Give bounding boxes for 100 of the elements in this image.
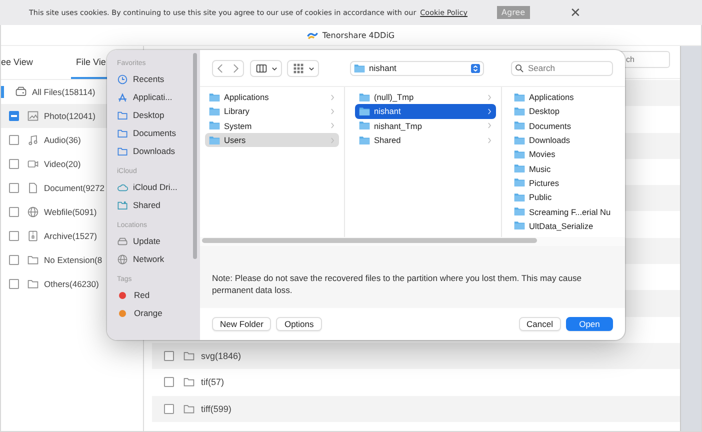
folder-icon — [359, 120, 370, 132]
folder-item[interactable]: Downloads — [510, 132, 625, 148]
folder-icon — [27, 278, 39, 290]
folder-item[interactable]: Library — [205, 104, 339, 119]
folder-icon — [117, 128, 128, 138]
folder-icon — [183, 376, 195, 388]
folder-icon — [514, 206, 525, 218]
path-dropdown[interactable]: nishant — [350, 60, 484, 76]
sidebar-item[interactable]: Applicati... — [117, 88, 200, 106]
folder-icon — [209, 106, 220, 117]
checkbox[interactable] — [9, 135, 19, 145]
folder-icon — [209, 120, 220, 132]
folder-icon — [514, 120, 525, 132]
checkbox[interactable] — [9, 159, 19, 169]
folder-item[interactable]: nishant_Tmp — [355, 118, 496, 133]
checkbox[interactable] — [164, 351, 174, 362]
sidebar-item[interactable]: Downloads — [117, 142, 200, 160]
dialog-button[interactable]: Open — [566, 317, 613, 331]
app-title: Tenorshare 4DDiG — [322, 30, 395, 40]
grid-icon — [291, 62, 306, 74]
video-camera-icon — [27, 158, 39, 170]
close-button[interactable]: ✕ — [570, 6, 582, 19]
applications-icon — [117, 92, 128, 102]
folder-icon — [359, 92, 370, 103]
checkbox[interactable] — [164, 404, 174, 414]
sidebar-item[interactable]: Orange — [117, 304, 200, 322]
sidebar-item[interactable]: iCloud Dri... — [117, 178, 200, 196]
back-forward-buttons[interactable] — [212, 60, 244, 76]
sidebar-item[interactable]: Red — [117, 286, 200, 304]
folder-icon — [27, 254, 39, 266]
drive-icon — [15, 86, 27, 98]
folder-item[interactable]: System — [205, 118, 339, 133]
folder-item[interactable]: Applications — [510, 90, 625, 104]
columns-icon — [254, 62, 269, 74]
dialog-button[interactable]: Cancel — [518, 317, 561, 331]
note-text: Note: Please do not save the recovered files to the partition where you lost them. This may cause permanent data loss. — [212, 272, 583, 296]
checkbox[interactable] — [9, 255, 19, 265]
sidebar-item[interactable]: Recents — [117, 70, 200, 88]
column-view-button[interactable] — [250, 60, 282, 76]
folder-item[interactable]: Screaming F...erial Nu — [510, 204, 625, 219]
dialog-button[interactable]: Options — [276, 317, 322, 331]
stepper-icon — [471, 64, 480, 72]
folder-item[interactable]: Shared — [355, 132, 496, 148]
folder-item[interactable]: Desktop — [510, 104, 625, 119]
folder-icon — [359, 106, 370, 117]
view-tab[interactable]: ee View — [1, 57, 71, 79]
dialog-button[interactable]: New Folder — [212, 317, 272, 331]
checkbox[interactable] — [164, 377, 174, 388]
folder-icon — [117, 146, 128, 156]
folder-item[interactable]: Pictures — [510, 176, 625, 190]
caret-icon — [308, 64, 315, 72]
folder-item[interactable]: Movies — [510, 147, 625, 162]
folder-icon — [514, 134, 525, 146]
folder-item[interactable]: Applications — [205, 90, 339, 104]
grid-view-button[interactable] — [287, 60, 319, 76]
sidebar-item[interactable]: Update — [117, 232, 200, 250]
folder-item[interactable]: Public — [510, 190, 625, 204]
checkbox[interactable] — [9, 231, 19, 241]
folder-item[interactable]: Users — [205, 132, 339, 148]
image-icon — [27, 110, 39, 122]
sidebar-item[interactable]: Shared — [117, 196, 200, 214]
clock-icon — [117, 74, 128, 84]
folder-icon — [514, 192, 525, 203]
folder-icon — [183, 350, 195, 362]
globe-icon — [117, 254, 128, 264]
folder-item[interactable]: UltData_Serialize — [510, 218, 625, 233]
cloud-icon — [117, 182, 128, 192]
folder-icon — [514, 177, 525, 188]
file-row[interactable]: svg(1846) — [152, 342, 680, 370]
folder-icon — [514, 92, 525, 103]
folder-icon — [359, 134, 370, 146]
checkbox[interactable] — [9, 207, 19, 217]
folder-item[interactable]: (null)_Tmp — [355, 90, 496, 104]
folder-icon — [514, 148, 525, 160]
folder-icon — [514, 220, 525, 232]
checkbox[interactable] — [9, 111, 19, 121]
checkbox[interactable] — [9, 183, 19, 193]
archive-icon — [27, 230, 39, 242]
sidebar-item[interactable]: Network — [117, 250, 200, 268]
scrollbar-thumb[interactable] — [193, 53, 197, 259]
folder-item[interactable]: nishant — [355, 104, 496, 119]
folder-item[interactable]: Documents — [510, 118, 625, 133]
search-icon — [513, 64, 526, 72]
folder-icon — [354, 62, 365, 74]
folder-item[interactable]: Music — [510, 161, 625, 176]
scrollbar-thumb[interactable] — [202, 238, 537, 243]
search-field[interactable]: Search — [511, 60, 613, 76]
folder-icon — [183, 402, 195, 415]
checkbox[interactable] — [9, 279, 19, 289]
folder-icon — [209, 134, 220, 146]
shared-folder-icon — [117, 200, 128, 210]
document-icon — [27, 182, 39, 194]
folder-icon — [117, 110, 128, 120]
globe-icon — [27, 206, 39, 218]
disk-icon — [117, 236, 128, 246]
folder-icon — [209, 92, 220, 103]
music-note-icon — [27, 134, 39, 146]
file-row[interactable]: tiff(599) — [152, 396, 680, 422]
folder-icon — [514, 163, 525, 174]
file-row[interactable]: tif(57) — [152, 369, 680, 396]
